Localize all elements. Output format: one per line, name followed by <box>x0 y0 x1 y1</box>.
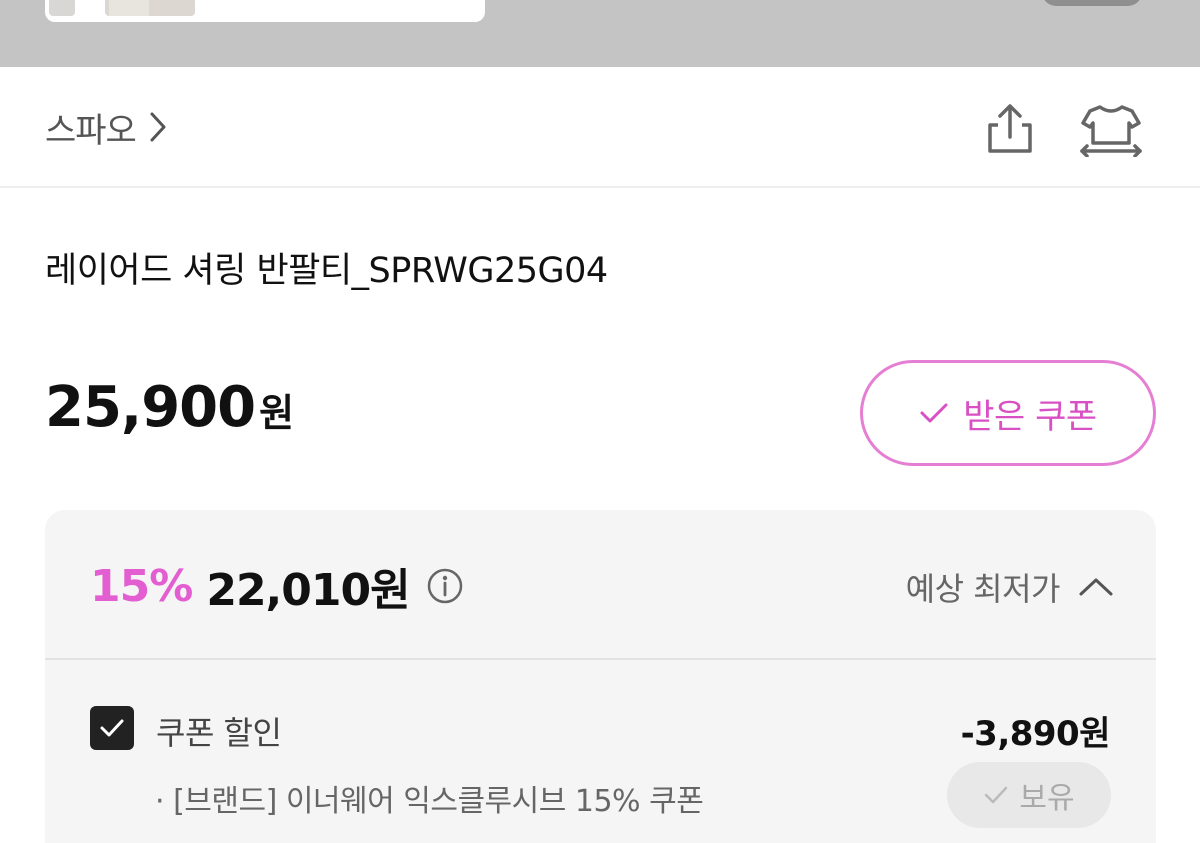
product-title: 레이어드 셔링 반팔티_SPRWG25G04 <box>45 251 608 291</box>
brand-link[interactable]: 스파오 <box>45 107 168 151</box>
share-icon <box>988 104 1032 153</box>
price-amount: 25,900 <box>45 375 256 440</box>
info-icon[interactable] <box>426 567 464 605</box>
lowest-price-header: 15% 22,010원 예상 최저가 <box>45 510 1156 660</box>
check-icon <box>985 786 1008 804</box>
price-unit: 원 <box>259 391 295 435</box>
product-price: 25,900 원 <box>45 375 294 445</box>
received-coupon-button[interactable]: 받은 쿠폰 <box>860 360 1156 466</box>
coupon-detail-text: · [브랜드] 이너웨어 익스클루시브 15% 쿠폰 <box>155 784 704 819</box>
discount-summary: 15% 22,010원 <box>90 558 464 616</box>
brand-name: 스파오 <box>45 110 137 151</box>
chevron-right-icon <box>150 112 166 142</box>
lowest-price-label: 예상 최저가 <box>905 570 1061 608</box>
coupon-discount-label: 쿠폰 할인 <box>156 714 282 752</box>
received-coupon-label: 받은 쿠폰 <box>963 396 1097 437</box>
brand-header: 스파오 <box>0 67 1200 188</box>
thumbnail-image[interactable] <box>49 0 75 16</box>
thumbnail-image[interactable] <box>105 0 195 16</box>
chevron-up-icon <box>1079 578 1113 596</box>
lowest-price-panel: 15% 22,010원 예상 최저가 쿠폰 할인 -3,890원 · [브랜드]… <box>45 510 1156 843</box>
share-button[interactable] <box>982 101 1038 157</box>
compare-shirt-icon <box>1080 105 1142 158</box>
owned-coupon-label: 보유 <box>1019 781 1075 816</box>
check-icon <box>920 403 948 423</box>
overlay-button[interactable] <box>1042 0 1142 6</box>
coupon-discount-row: 쿠폰 할인 -3,890원 <box>90 706 1111 754</box>
discount-price: 22,010원 <box>206 565 410 616</box>
checkbox-checked-icon <box>100 719 124 737</box>
thumbnail-strip[interactable] <box>45 0 485 22</box>
lowest-price-toggle[interactable]: 예상 최저가 <box>906 564 1114 610</box>
coupon-discount-checkbox[interactable] <box>90 706 134 750</box>
dimmed-top-overlay <box>0 0 1200 67</box>
size-compare-button[interactable] <box>1078 101 1144 158</box>
coupon-discount-amount: -3,890원 <box>960 714 1111 754</box>
discount-rate: 15% <box>90 560 193 612</box>
owned-coupon-button[interactable]: 보유 <box>947 762 1111 828</box>
